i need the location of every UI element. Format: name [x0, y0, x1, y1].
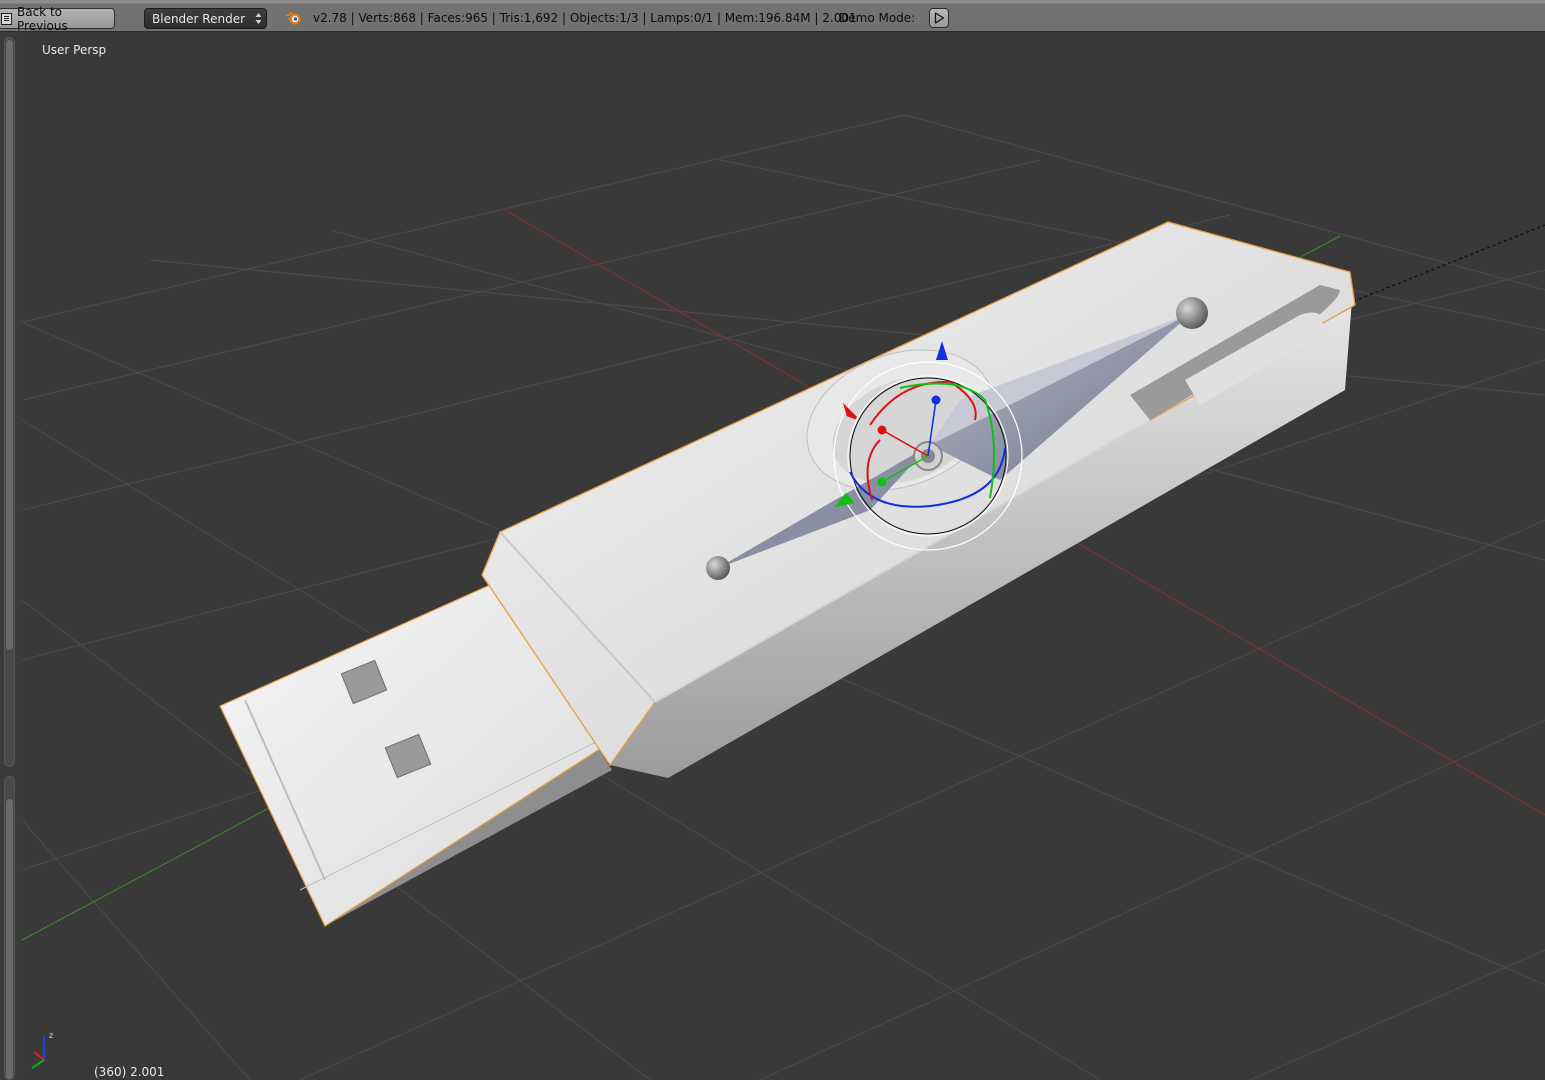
- axis-orientation-icon: z: [31, 1031, 53, 1069]
- back-to-previous-label: Back to Previous: [17, 4, 68, 33]
- back-to-previous-icon: [1, 13, 12, 25]
- demo-play-button[interactable]: [929, 8, 949, 28]
- scrollbar-thumb[interactable]: [6, 799, 13, 1079]
- render-engine-select[interactable]: Blender Render: [144, 8, 267, 29]
- scrollbar-thumb[interactable]: [6, 40, 13, 650]
- blender-logo-icon: [285, 12, 301, 25]
- top-header: Back to Previous Blender Render v2.78 | …: [0, 0, 1545, 33]
- updown-arrows-icon: [255, 13, 262, 24]
- render-engine-value: Blender Render: [152, 11, 246, 26]
- view-name-label: User Persp: [42, 43, 107, 57]
- armature-joint-ball: [1176, 297, 1208, 329]
- demo-mode-label: Demo Mode:: [839, 11, 916, 25]
- axis-z-label: z: [49, 1031, 53, 1040]
- back-to-previous-button[interactable]: Back to Previous: [0, 5, 115, 33]
- 3d-viewport[interactable]: [22, 32, 1545, 1080]
- usb-drive-model[interactable]: [219, 221, 1356, 927]
- tool-options-scrollbar[interactable]: [4, 776, 15, 1080]
- tool-shelf-scrollbar[interactable]: [4, 37, 15, 767]
- scene-render[interactable]: [22, 32, 1545, 1080]
- play-icon: [934, 12, 945, 24]
- armature-joint-ball: [706, 556, 730, 580]
- usb-body-top: [481, 221, 1356, 767]
- scene-statistics: v2.78 | Verts:868 | Faces:965 | Tris:1,6…: [313, 11, 857, 25]
- frame-info-label: (360) 2.001: [94, 1065, 165, 1079]
